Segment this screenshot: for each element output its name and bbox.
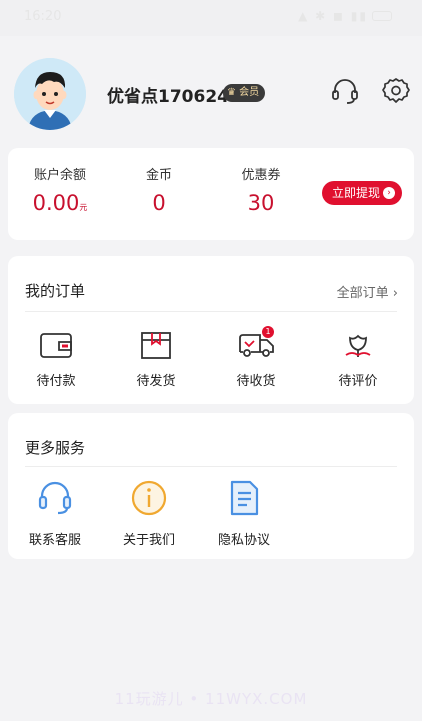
service-about-us[interactable]: 关于我们 xyxy=(109,479,189,548)
wallet-icon xyxy=(40,333,72,358)
gold-coins[interactable]: 金币 0 xyxy=(109,164,209,215)
divider xyxy=(25,311,397,312)
balance-amount: 0.00 xyxy=(32,191,80,215)
order-pending-payment[interactable]: 待付款 xyxy=(16,330,96,389)
all-orders-link[interactable]: 全部订单 › xyxy=(337,282,398,301)
account-balance-value: 0.00元 xyxy=(10,191,110,215)
status-time: 16:20 xyxy=(24,9,62,24)
status-icons: ▲ ✱ ◼ ▮▮ xyxy=(298,9,392,23)
orders-card: 我的订单 全部订单 › 待付款 待发货 1 待收货 待评价 xyxy=(8,256,414,404)
order-label: 待付款 xyxy=(36,374,76,389)
vip-label: 会员 xyxy=(239,87,260,98)
headset-icon[interactable] xyxy=(330,76,360,106)
services-card: 更多服务 联系客服 关于我们 隐私协议 xyxy=(8,413,414,559)
username: 优省点170624 xyxy=(107,87,229,107)
arrow-right-icon: › xyxy=(383,187,395,199)
withdraw-label: 立即提现 xyxy=(332,186,381,200)
balance-card: 账户余额 0.00元 金币 0 优惠券 30 立即提现 › xyxy=(8,148,414,240)
order-pending-shipment[interactable]: 待发货 xyxy=(116,330,196,389)
balance-unit: 元 xyxy=(79,203,88,212)
gold-coins-label: 金币 xyxy=(145,168,172,183)
coupons[interactable]: 优惠券 30 xyxy=(211,164,311,215)
package-icon xyxy=(141,332,171,359)
withdraw-button[interactable]: 立即提现 › xyxy=(322,181,402,205)
service-label: 隐私协议 xyxy=(217,533,270,548)
orders-title: 我的订单 xyxy=(25,282,86,300)
info-icon xyxy=(131,480,167,516)
flower-icon xyxy=(345,334,371,357)
order-pending-review[interactable]: 待评价 xyxy=(318,330,398,389)
profile-header: 优省点170624 ♛ 会员 xyxy=(0,36,422,146)
crown-icon: ♛ xyxy=(227,87,236,98)
watermark: 11玩游儿 • 11WYX.COM xyxy=(114,690,308,708)
chevron-right-icon: › xyxy=(392,286,398,301)
battery-icon xyxy=(372,11,392,21)
services-title: 更多服务 xyxy=(25,439,86,457)
avatar[interactable] xyxy=(14,58,86,130)
service-label: 联系客服 xyxy=(28,533,81,548)
account-balance-label: 账户余额 xyxy=(33,168,86,183)
service-label: 关于我们 xyxy=(122,533,175,548)
coupons-value: 30 xyxy=(247,191,275,215)
service-privacy-policy[interactable]: 隐私协议 xyxy=(204,479,284,548)
status-bar: 16:20 ▲ ✱ ◼ ▮▮ xyxy=(0,0,422,36)
order-label: 待发货 xyxy=(136,374,176,389)
document-icon xyxy=(230,480,259,516)
coupons-label: 优惠券 xyxy=(241,168,281,183)
all-orders-label: 全部订单 xyxy=(336,286,389,301)
order-pending-receipt[interactable]: 1 待收货 xyxy=(216,326,296,389)
account-balance[interactable]: 账户余额 0.00元 xyxy=(10,164,110,215)
service-contact-support[interactable]: 联系客服 xyxy=(15,479,95,548)
settings-gear-icon[interactable] xyxy=(381,76,411,106)
gold-coins-value: 0 xyxy=(152,191,166,215)
order-label: 待评价 xyxy=(338,374,378,389)
divider xyxy=(25,466,397,467)
headset-icon xyxy=(38,481,72,515)
vip-badge: ♛ 会员 xyxy=(223,84,266,102)
order-count-badge: 1 xyxy=(262,326,274,338)
order-label: 待收货 xyxy=(236,374,276,389)
